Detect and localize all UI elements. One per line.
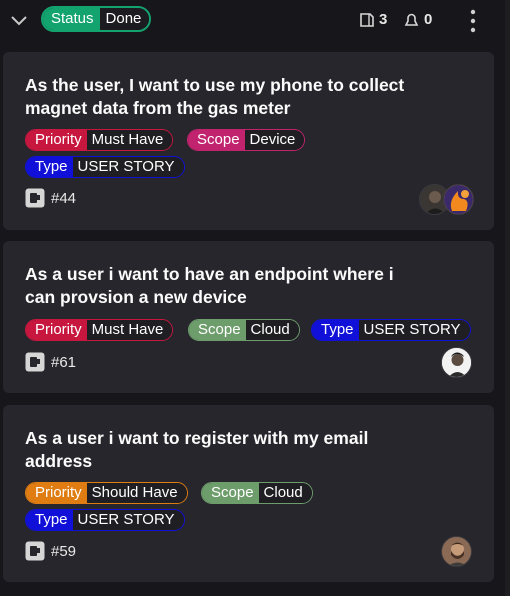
issue-number: #44 (51, 189, 77, 207)
type-chip[interactable]: Type USER STORY (311, 319, 471, 341)
type-chip[interactable]: Type USER STORY (25, 509, 185, 531)
avatar-bearded-person[interactable] (441, 536, 472, 567)
scrollbar-track[interactable] (505, 0, 510, 596)
issue-card[interactable]: As the user, I want to use my phone to c… (3, 52, 494, 230)
issue-icon (25, 541, 45, 561)
chip-key: Scope (188, 130, 245, 150)
chip-value: Device (244, 130, 305, 150)
card-title-line: As the user, I want to use my phone to c… (25, 75, 405, 95)
more-options-icon[interactable] (468, 9, 478, 33)
priority-chip[interactable]: Priority Should Have (25, 482, 188, 504)
scope-chip[interactable]: Scope Cloud (201, 482, 313, 504)
issue-reference[interactable]: #44 (25, 188, 76, 208)
person-icon (442, 537, 471, 566)
chip-key: Priority (26, 320, 87, 340)
scope-chip[interactable]: Scope Cloud (188, 319, 300, 341)
chip-key: Type (312, 320, 359, 340)
drafts-count-text: 0 (424, 11, 433, 28)
scope-chip[interactable]: Scope Device (187, 129, 306, 151)
chip-key: Priority (26, 483, 87, 503)
type-chip[interactable]: Type USER STORY (25, 156, 185, 178)
card-title[interactable]: As a user i want to have an endpoint whe… (25, 263, 445, 309)
priority-chip[interactable]: Priority Must Have (25, 129, 174, 151)
card-title-line: address (25, 451, 93, 471)
chip-value: USER STORY (72, 510, 184, 530)
chip-value: Cloud (258, 483, 312, 503)
column-header: Status Done 3 0 (0, 0, 510, 44)
issue-card[interactable]: As a user i want to have an endpoint whe… (3, 241, 494, 393)
card-title-line: magnet data from the gas meter (25, 98, 291, 118)
status-filter-chip[interactable]: Status Done (41, 6, 152, 32)
chip-key: Scope (189, 320, 246, 340)
issue-icon (25, 352, 45, 372)
chip-value: Must Have (86, 130, 173, 150)
subissues-count-text: 3 (379, 11, 388, 28)
issue-icon (25, 188, 45, 208)
issue-card[interactable]: As a user i want to register with my ema… (3, 405, 494, 582)
avatar-person-white-bg[interactable] (441, 347, 472, 378)
card-title-line: As a user i want to have an endpoint whe… (25, 264, 394, 284)
chip-value: Should Have (86, 483, 187, 503)
status-key: Status (43, 8, 100, 30)
status-value: Done (99, 8, 150, 30)
chip-value: Cloud (245, 320, 299, 340)
issue-number: #59 (51, 542, 77, 560)
card-title[interactable]: As the user, I want to use my phone to c… (25, 74, 445, 120)
chip-key: Type (26, 510, 73, 530)
chip-value: USER STORY (358, 320, 470, 340)
chip-key: Priority (26, 130, 87, 150)
drafts-count: 0 (403, 11, 432, 28)
issue-number: #61 (51, 353, 77, 371)
subissues-count: 3 (359, 11, 387, 28)
flame-icon (444, 185, 473, 214)
chip-key: Scope (202, 483, 259, 503)
issue-reference[interactable]: #61 (25, 352, 76, 372)
card-title-line: can provsion a new device (25, 287, 247, 307)
card-title[interactable]: As a user i want to register with my ema… (25, 427, 445, 473)
card-title-line: As a user i want to register with my ema… (25, 428, 369, 448)
bell-icon (404, 13, 419, 26)
avatar-orange-flame[interactable] (443, 184, 474, 215)
note-icon (360, 12, 374, 27)
chip-key: Type (26, 157, 73, 177)
priority-chip[interactable]: Priority Must Have (25, 319, 174, 341)
person-icon (442, 348, 471, 377)
chip-value: USER STORY (72, 157, 184, 177)
issue-reference[interactable]: #59 (25, 541, 76, 561)
chip-value: Must Have (86, 320, 173, 340)
chevron-down-icon[interactable] (10, 12, 28, 30)
